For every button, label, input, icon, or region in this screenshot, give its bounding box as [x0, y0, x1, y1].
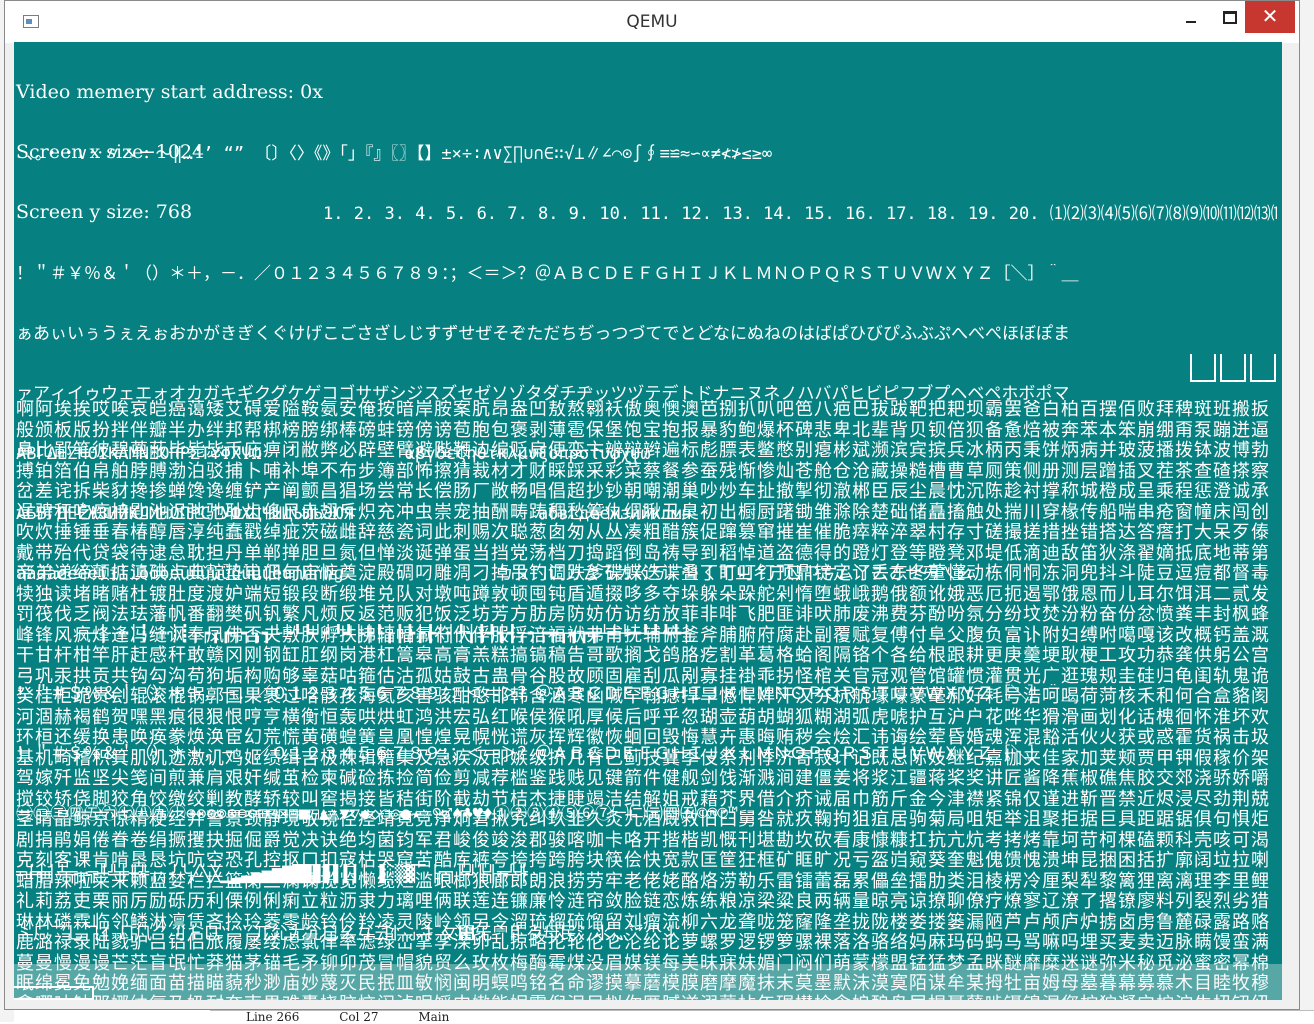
close-button[interactable]: ✕ — [1245, 1, 1295, 33]
maximize-button[interactable] — [1211, 1, 1247, 33]
hanzi-glyph-table: 啊阿埃挨哎唉哀皑癌蔼矮艾碍爱隘鞍氨安俺按暗岸胺案肮昂盎凹敖熬翱袄傲奥懊澳芭捌扒叭… — [16, 400, 1270, 1000]
block-glyph — [1220, 354, 1246, 382]
glyph-row: ！＂＃￥％＆＇（）＊＋，－．／０１２３４５６７８９：；＜＝＞？＠ＡＢＣＤＥＦＧＨ… — [16, 264, 1079, 284]
block-glyph — [1250, 354, 1276, 382]
block-glyphs — [1186, 354, 1276, 386]
minimize-button[interactable] — [1173, 1, 1209, 33]
guest-text-cursor — [14, 986, 94, 1000]
editor-status-bar: Line 266 Col 27 Main — [210, 1010, 1314, 1023]
boot-line-video-memory: Video memery start address: 0x — [16, 81, 323, 103]
glyph-row: ぁあぃいぅうぇえぉおかがきぎくぐけげこごさざしじすずせぜそぞただちぢっつづてでと… — [16, 324, 1070, 344]
title-bar[interactable]: QEMU ✕ — [5, 1, 1299, 43]
guest-display[interactable]: Video memery start address: 0x Screen x … — [14, 42, 1282, 1000]
glyph-row: 、。・・∨‥〃ヽー〜‖…‘’ “” 〔〕〈〉《》「」『』〖〗【】±×÷∶∧∨∑∏… — [16, 144, 773, 164]
window-title: QEMU — [626, 12, 678, 32]
glyph-row: 1. 2. 3. 4. 5. 6. 7. 8. 9. 10. 11. 12. 1… — [323, 204, 1278, 224]
block-glyph — [1190, 354, 1216, 382]
display-scroll-region[interactable] — [14, 964, 1282, 1000]
